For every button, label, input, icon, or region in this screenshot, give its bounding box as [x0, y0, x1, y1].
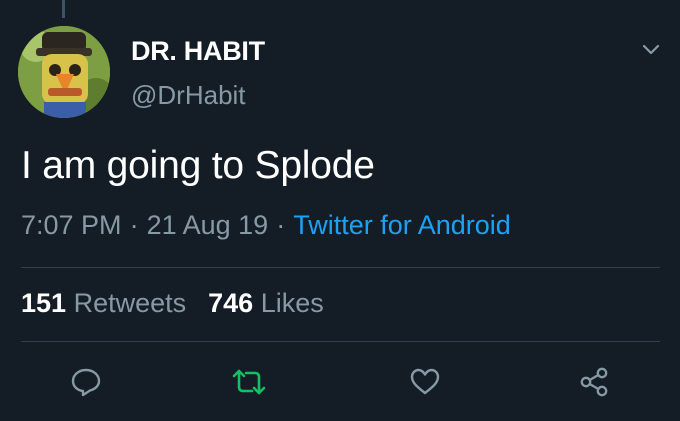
likes-stat[interactable]: 746 Likes — [208, 288, 324, 318]
likes-count: 746 — [208, 288, 254, 318]
reply-button[interactable] — [66, 362, 106, 402]
share-icon — [580, 367, 608, 397]
thread-line — [62, 0, 65, 18]
divider — [21, 267, 660, 268]
retweets-count: 151 — [21, 288, 67, 318]
divider — [21, 341, 660, 342]
avatar[interactable] — [18, 26, 110, 118]
like-button[interactable] — [405, 362, 445, 402]
retweet-button[interactable] — [229, 362, 269, 402]
avatar-image — [18, 26, 110, 118]
tweet-source-link[interactable]: Twitter for Android — [293, 210, 511, 240]
share-button[interactable] — [574, 362, 614, 402]
chevron-down-icon[interactable] — [638, 40, 664, 60]
meta-separator: · — [129, 210, 139, 240]
meta-separator: · — [276, 210, 286, 240]
display-name[interactable]: DR. HABIT — [131, 36, 265, 67]
tweet-date: 21 Aug 19 — [146, 210, 269, 240]
retweets-stat[interactable]: 151 Retweets — [21, 288, 186, 318]
tweet-stats: 151 Retweets 746 Likes — [21, 288, 324, 319]
user-handle[interactable]: @DrHabit — [131, 80, 246, 111]
retweets-label: Retweets — [73, 288, 187, 318]
tweet-meta: 7:07 PM · 21 Aug 19 · Twitter for Android — [21, 210, 511, 241]
tweet-time: 7:07 PM — [21, 210, 122, 240]
likes-label: Likes — [260, 288, 324, 318]
action-bar — [0, 362, 680, 402]
tweet-text: I am going to Splode — [21, 144, 375, 187]
heart-icon — [410, 368, 440, 395]
tweet-card: DR. HABIT @DrHabit I am going to Splode … — [0, 0, 680, 421]
reply-icon — [71, 368, 101, 397]
retweet-icon — [232, 369, 266, 395]
